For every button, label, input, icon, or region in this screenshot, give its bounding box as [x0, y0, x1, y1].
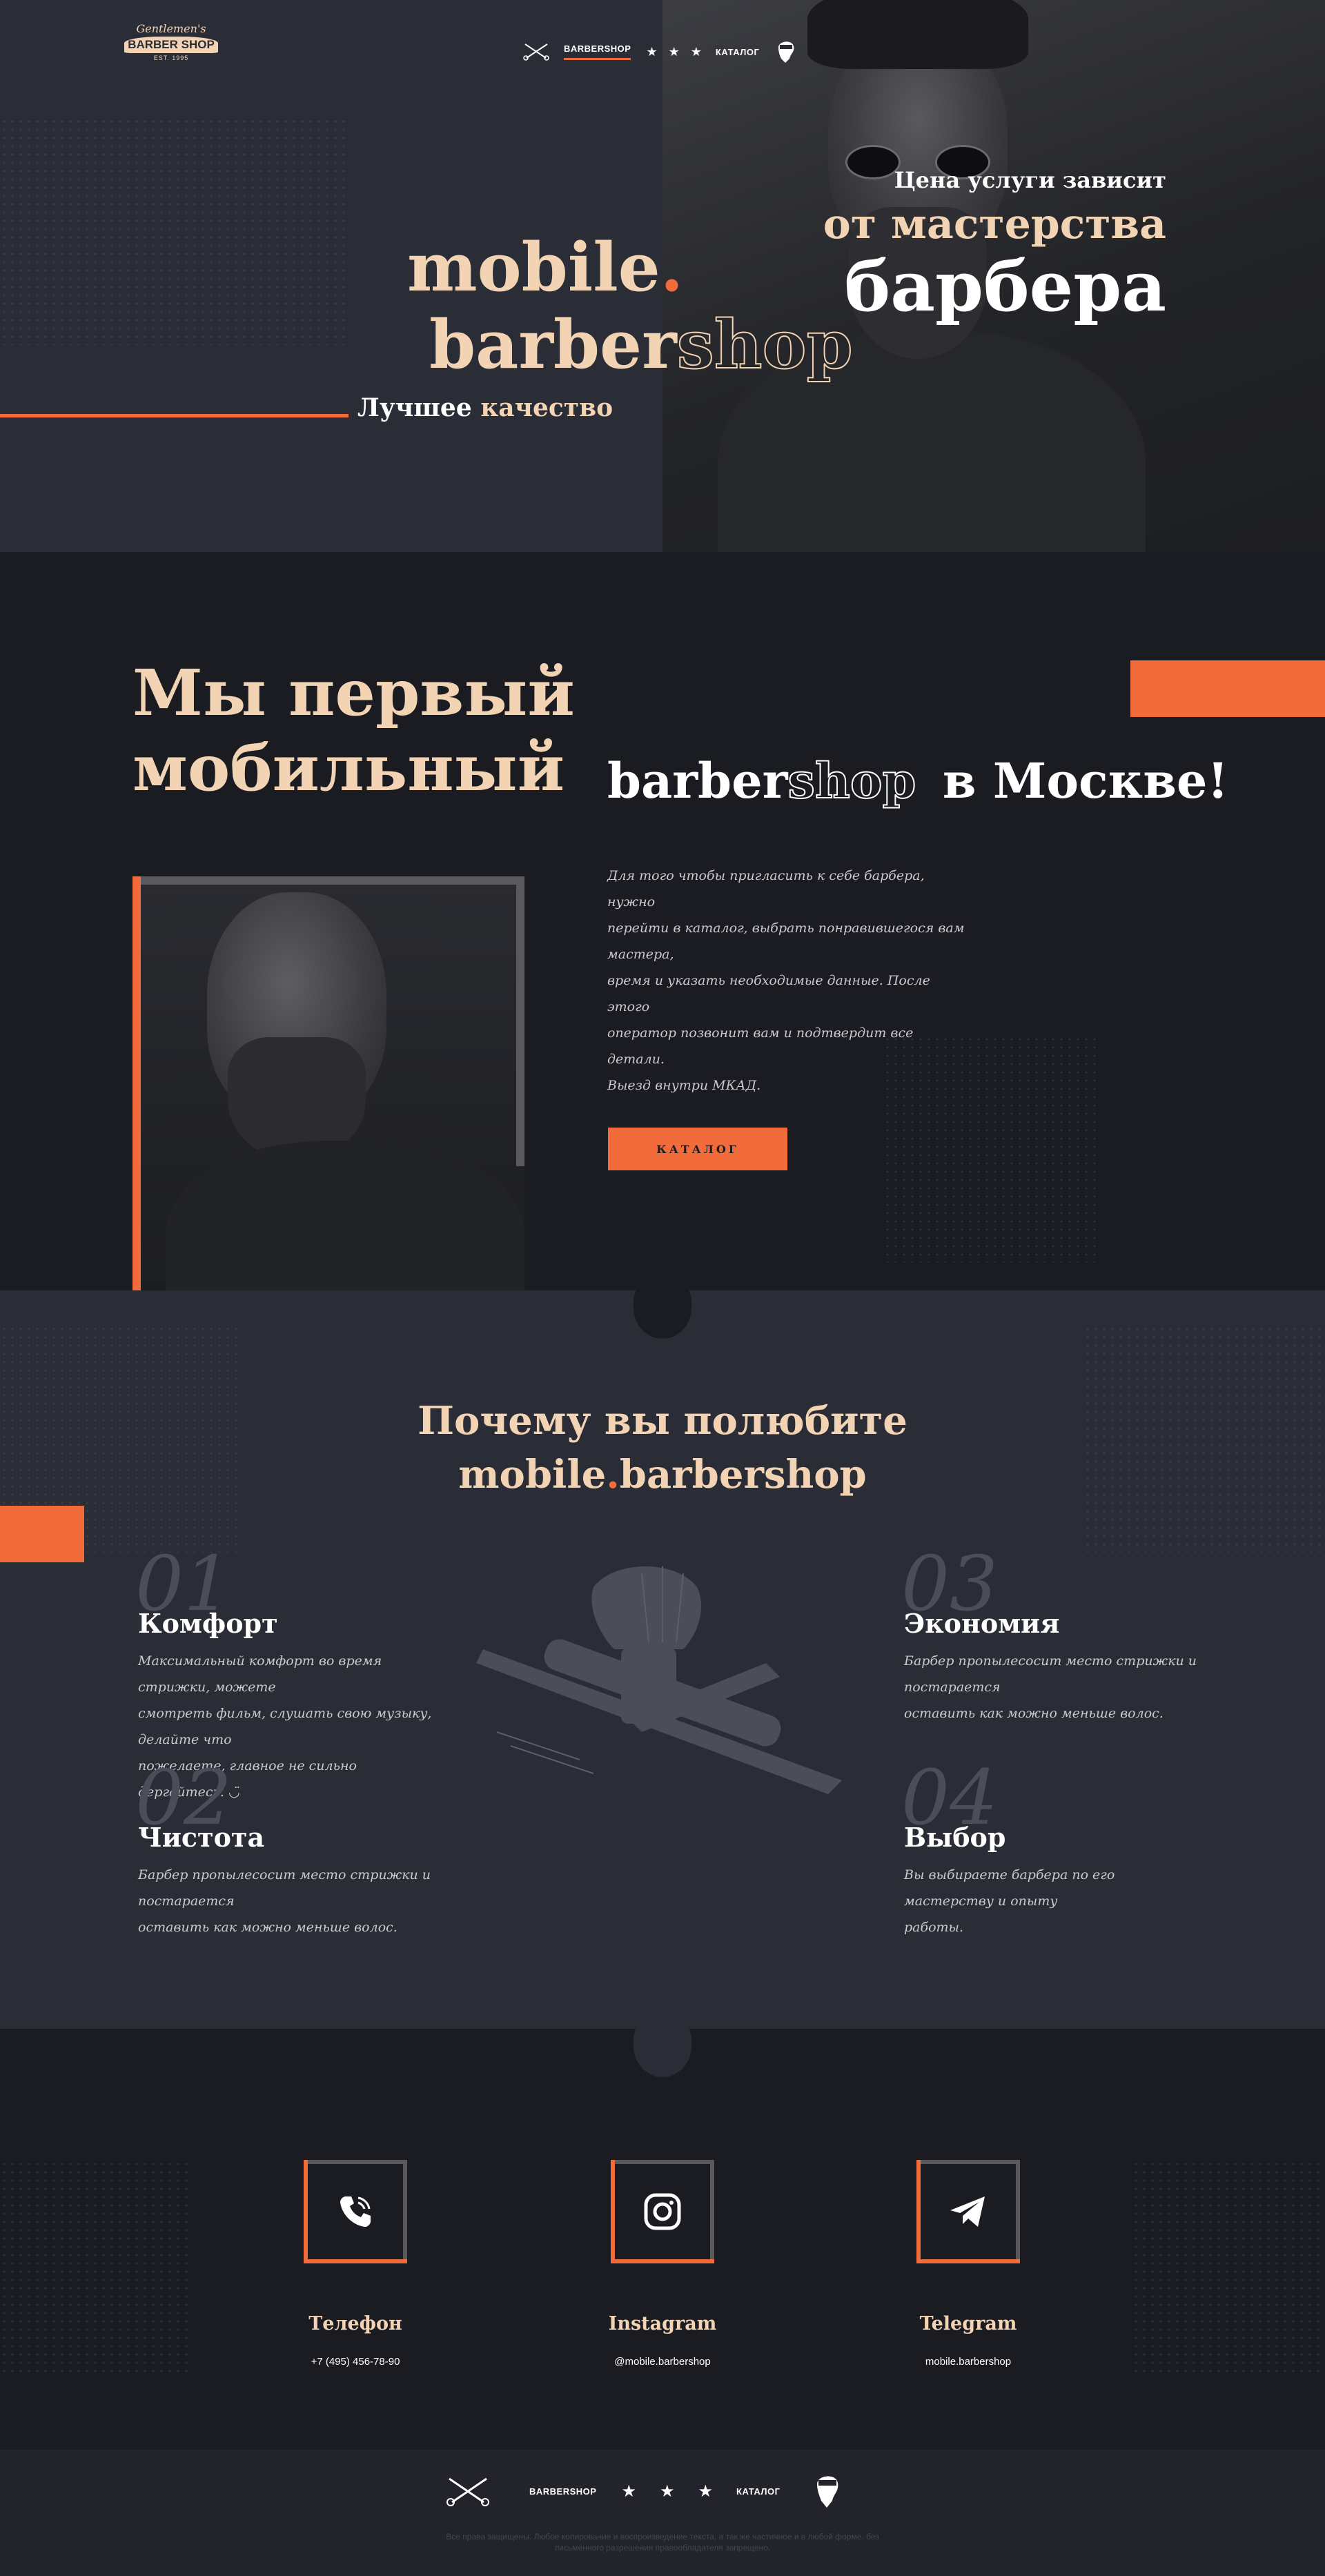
dot-pattern — [1132, 2160, 1325, 2374]
scissors-icon — [446, 2477, 489, 2506]
feature-text-line: оставить как можно меньше волос. — [904, 1706, 1164, 1721]
contact-title: Telegram — [919, 2313, 1017, 2334]
about-section: Мы первый мобильный barbershop в Москве!… — [0, 552, 1325, 1290]
feature-title: Чистота — [138, 1822, 265, 1853]
about-text-line: оператор позвонит вам и подтвердит все д… — [607, 1025, 914, 1067]
portrait-frame-accent — [132, 876, 141, 1290]
hero-section: Gentlemen's BARBER SHOP EST. 1995 BARBER… — [0, 0, 1325, 552]
about-text: Для того чтобы пригласить к себе барбера… — [607, 863, 966, 1099]
feature-text-line: оставить как можно меньше волос. — [138, 1920, 398, 1935]
hero-title-line1: mobile. — [407, 235, 683, 301]
hero-price-line3: барбера — [844, 246, 1166, 327]
hero-price-line2: от мастерства — [823, 200, 1166, 248]
about-heading-line2: мобильный — [132, 730, 565, 805]
logo[interactable]: Gentlemen's BARBER SHOP EST. 1995 — [124, 22, 218, 70]
why-heading-barbershop: barbershop — [619, 1452, 867, 1498]
contact-value[interactable]: mobile.barbershop — [865, 2356, 1072, 2368]
star-icon: ★ — [668, 44, 680, 59]
copyright: Все права защищены. Любое копирование и … — [317, 2531, 1008, 2553]
why-heading: Почему вы полюбите mobile.barbershop — [317, 1394, 1008, 1502]
scissors-icon — [523, 43, 549, 61]
star-icon: ★ — [621, 2481, 636, 2501]
dot-pattern — [0, 2160, 193, 2374]
star-icon: ★ — [659, 2481, 675, 2501]
catalog-button[interactable]: КАТАЛОГ — [608, 1128, 787, 1170]
barber-head-icon[interactable] — [810, 2470, 845, 2512]
telegram-icon — [950, 2196, 985, 2227]
logo-line-3: EST. 1995 — [153, 55, 189, 61]
star-icon: ★ — [690, 44, 702, 59]
feature-text-line: смотреть фильм, слушать свою музыку, дел… — [138, 1706, 432, 1747]
contact-value[interactable]: @mobile.barbershop — [559, 2356, 766, 2368]
hero-title-mobile: mobile — [407, 228, 660, 306]
why-heading-dot: . — [606, 1452, 620, 1498]
about-text-line: Для того чтобы пригласить к себе барбера… — [607, 868, 925, 910]
about-text-line: Выезд внутри МКАД. — [607, 1078, 761, 1093]
phone-link[interactable] — [304, 2160, 407, 2263]
about-heading-barber: barber — [607, 752, 788, 809]
contacts-section: Телефон +7 (495) 456-78-90 Instagram @mo… — [0, 2029, 1325, 2450]
star-icon: ★ — [698, 2481, 714, 2501]
phone-icon — [340, 2196, 371, 2227]
hero-title-barber: barber — [429, 306, 677, 384]
footer: BARBERSHOP ★ ★ ★ КАТАЛОГ Все права защищ… — [0, 2450, 1325, 2576]
dot-pattern — [0, 117, 345, 345]
footer-link-catalog[interactable]: КАТАЛОГ — [736, 2486, 780, 2497]
hero-tagline-accent: качество — [480, 393, 614, 422]
feature-text-line: Вы выбираете барбера по его мастерству и… — [904, 1867, 1115, 1909]
why-heading-mobile: mobile — [458, 1452, 607, 1498]
contact-title: Телефон — [308, 2313, 402, 2334]
about-heading-city: в Москве! — [942, 752, 1229, 809]
logo-line-2: BARBER SHOP — [124, 37, 218, 53]
feature-text-line: Барбер пропылесосит место стрижки и пост… — [138, 1867, 431, 1909]
section-divider-notch — [634, 552, 691, 600]
accent-block — [0, 1506, 84, 1562]
barber-head-icon[interactable] — [773, 38, 798, 66]
dot-pattern — [1083, 1325, 1325, 1553]
portrait-frame-top — [141, 876, 524, 885]
contact-value[interactable]: +7 (495) 456-78-90 — [252, 2356, 459, 2368]
nav-link-catalog[interactable]: КАТАЛОГ — [716, 47, 759, 57]
section-divider-notch — [634, 2029, 691, 2077]
footer-link-barbershop[interactable]: BARBERSHOP — [529, 2486, 596, 2497]
why-section: Почему вы полюбите mobile.barbershop 01 … — [0, 1290, 1325, 2029]
accent-block — [1130, 660, 1325, 717]
about-heading-right: barbershop в Москве! — [607, 751, 1229, 810]
instagram-link[interactable] — [611, 2160, 714, 2263]
section-divider-notch — [634, 1290, 691, 1339]
why-heading-line1: Почему вы полюбите — [418, 1398, 907, 1444]
logo-line-1: Gentlemen's — [136, 22, 206, 35]
hero-tagline-white: Лучшее — [357, 393, 472, 422]
about-text-line: время и указать необходимые данные. Посл… — [607, 973, 930, 1014]
about-text-line: перейти в каталог, выбрать понравившегос… — [607, 921, 965, 962]
about-portrait — [138, 878, 524, 1290]
why-heading-line2: mobile.barbershop — [317, 1448, 1008, 1502]
instagram-icon — [644, 2193, 681, 2230]
telegram-link[interactable] — [916, 2160, 1020, 2263]
copyright-line: письменного разрешения правообладателя з… — [554, 2543, 771, 2553]
feature-text: Вы выбираете барбера по его мастерству и… — [904, 1862, 1208, 1940]
about-heading-shop: shop — [787, 751, 917, 810]
portrait-frame-right — [516, 876, 524, 1166]
feature-title: Комфорт — [138, 1608, 278, 1639]
feature-text: Барбер пропылесосит место стрижки и пост… — [138, 1862, 442, 1940]
feature-text-line: Максимальный комфорт во время стрижки, м… — [138, 1653, 382, 1695]
feature-text: Барбер пропылесосит место стрижки и пост… — [904, 1648, 1208, 1727]
hero-accent-line — [0, 414, 349, 417]
nav-link-barbershop[interactable]: BARBERSHOP — [564, 43, 631, 60]
feature-text-line: работы. — [904, 1920, 964, 1935]
about-heading: Мы первый мобильный — [132, 656, 575, 805]
feature-title: Выбор — [904, 1822, 1006, 1853]
copyright-line: Все права защищены. Любое копирование и … — [446, 2532, 879, 2541]
star-icon: ★ — [646, 44, 658, 59]
hero-price-line1: Цена услуги зависит — [894, 167, 1166, 193]
feature-title: Экономия — [904, 1608, 1060, 1639]
about-heading-line1: Мы первый — [132, 656, 575, 730]
hero-tagline: Лучшее качество — [357, 393, 613, 422]
feature-text-line: Барбер пропылесосит место стрижки и пост… — [904, 1653, 1197, 1695]
hero-title-dot: . — [660, 228, 684, 306]
contact-title: Instagram — [608, 2313, 717, 2334]
razor-brush-illustration — [476, 1566, 842, 1794]
